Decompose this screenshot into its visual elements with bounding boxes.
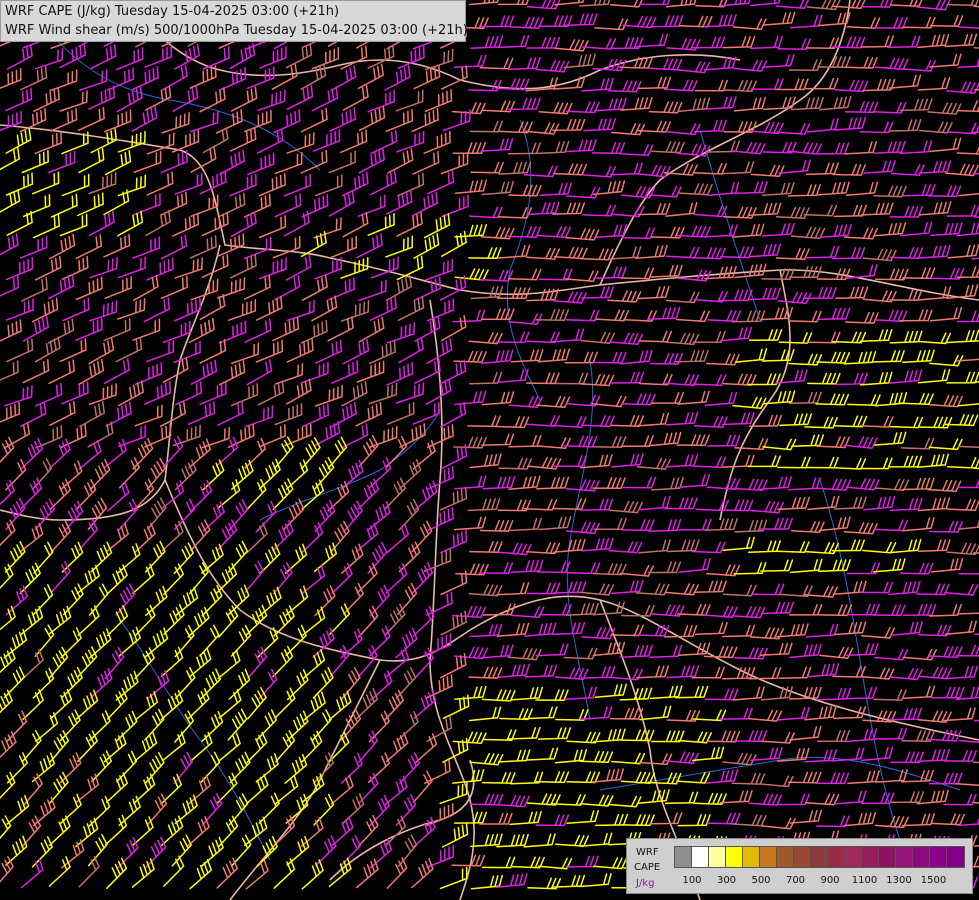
legend-swatch	[930, 847, 947, 867]
legend-tick-label: 1500	[920, 875, 947, 886]
legend-swatch	[760, 847, 777, 867]
cape-legend: WRF CAPE J/kg 100 300 500 700 900 1100 1300 150…	[626, 838, 973, 894]
legend-swatch	[879, 847, 896, 867]
weather-map	[0, 0, 979, 900]
legend-unit-label: J/kg	[636, 878, 655, 889]
legend-swatch	[828, 847, 845, 867]
map-title-box: WRF CAPE (J/kg) Tuesday 15-04-2025 03:00…	[0, 0, 468, 42]
legend-tick-label: 1300	[886, 875, 912, 886]
legend-swatch	[913, 847, 930, 867]
legend-swatch	[743, 847, 760, 867]
legend-tick-label: 300	[716, 875, 737, 886]
legend-swatch	[845, 847, 862, 867]
legend-swatch	[794, 847, 811, 867]
legend-swatch	[947, 847, 964, 867]
legend-swatch	[675, 847, 692, 867]
legend-tick-label: 100	[682, 875, 702, 886]
legend-swatch	[896, 847, 913, 867]
cape-title: WRF CAPE (J/kg) Tuesday 15-04-2025 03:00…	[5, 4, 340, 19]
legend-swatch	[692, 847, 709, 867]
legend-swatch	[862, 847, 879, 867]
wind-shear-title: WRF Wind shear (m/s) 500/1000hPa Tuesday…	[5, 23, 468, 38]
legend-swatch	[709, 847, 726, 867]
legend-swatch	[777, 847, 794, 867]
legend-tick-label: 700	[785, 875, 806, 886]
legend-field-label: CAPE	[634, 862, 661, 873]
legend-swatch	[811, 847, 828, 867]
legend-model-label: WRF	[636, 847, 659, 858]
legend-tick-label: 900	[820, 875, 840, 886]
legend-tick-label: 500	[751, 875, 771, 886]
legend-tick-label: 1100	[851, 875, 878, 886]
legend-swatch	[726, 847, 743, 867]
legend-color-scale	[674, 846, 965, 868]
legend-tick-labels: 100 300 500 700 900 1100 1300 1500	[674, 875, 964, 889]
